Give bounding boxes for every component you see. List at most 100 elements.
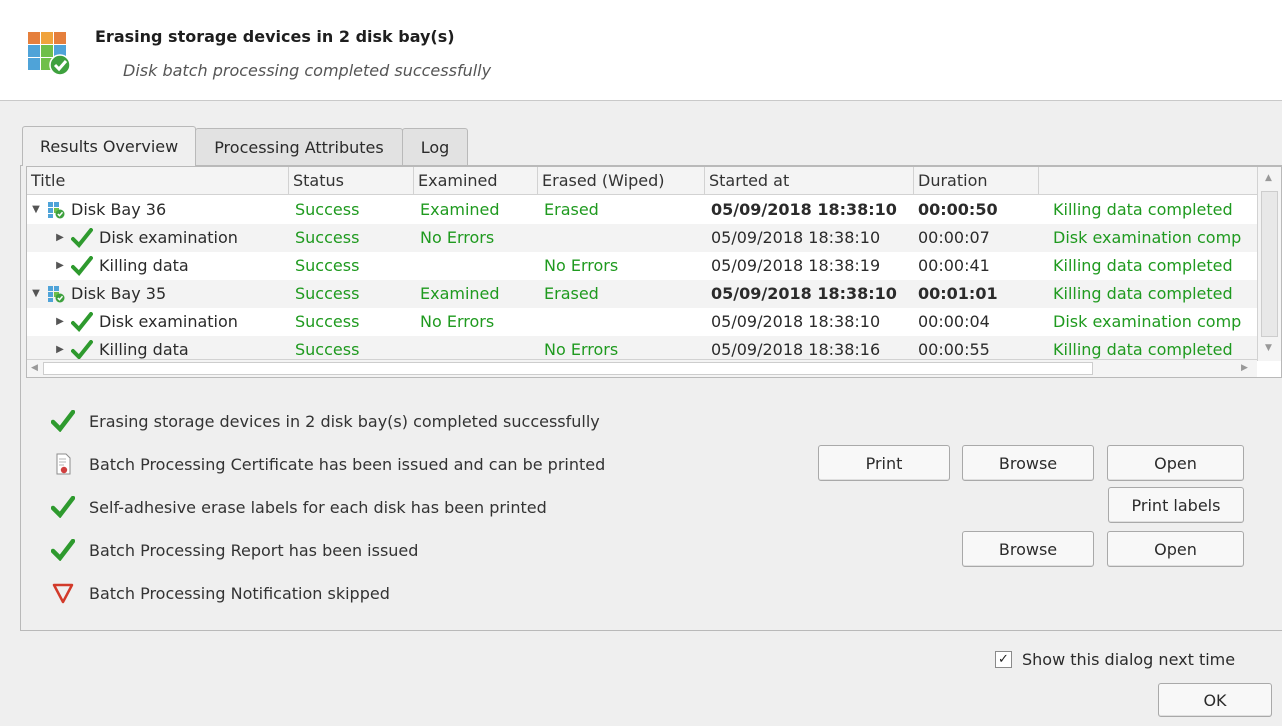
row-duration: 00:00:07 <box>918 228 990 247</box>
collapse-arrow-icon[interactable]: ▼ <box>29 280 43 308</box>
check-icon <box>71 228 93 248</box>
col-erased[interactable]: Erased (Wiped) <box>538 167 705 195</box>
row-erased: No Errors <box>544 340 619 359</box>
summary-labels-text: Self-adhesive erase labels for each disk… <box>89 497 547 517</box>
show-dialog-checkbox[interactable]: ✓ <box>995 651 1012 668</box>
summary-report-text: Batch Processing Report has been issued <box>89 540 419 560</box>
results-panel: Title Status Examined Erased (Wiped) Sta… <box>20 165 1282 631</box>
print-labels-button[interactable]: Print labels <box>1108 487 1244 523</box>
grid-header: Title Status Examined Erased (Wiped) Sta… <box>27 167 1257 195</box>
row-title: Killing data <box>99 256 189 275</box>
certificate-document-icon <box>56 453 71 475</box>
row-duration: 00:00:04 <box>918 312 990 331</box>
open-report-button[interactable]: Open <box>1107 531 1244 567</box>
row-title: Disk Bay 35 <box>71 284 167 303</box>
dialog-title: Erasing storage devices in 2 disk bay(s) <box>95 27 455 46</box>
row-started: 05/09/2018 18:38:16 <box>711 340 881 359</box>
expand-arrow-icon[interactable]: ▶ <box>53 308 67 336</box>
dialog-subtitle: Disk batch processing completed successf… <box>123 61 492 80</box>
show-dialog-option[interactable]: ✓ Show this dialog next time <box>995 650 1235 669</box>
check-icon <box>51 539 75 561</box>
open-certificate-button[interactable]: Open <box>1107 445 1244 481</box>
col-started[interactable]: Started at <box>705 167 914 195</box>
row-message: Disk examination comp <box>1053 228 1242 247</box>
table-row[interactable]: ▶ Disk examination Success No Errors 05/… <box>27 308 1257 336</box>
row-status: Success <box>295 200 360 219</box>
expand-arrow-icon[interactable]: ▶ <box>53 336 67 361</box>
row-examined <box>414 336 538 361</box>
row-duration: 00:01:01 <box>918 284 998 303</box>
show-dialog-label: Show this dialog next time <box>1022 650 1236 669</box>
row-erased: No Errors <box>544 256 619 275</box>
tab-processing-attributes[interactable]: Processing Attributes <box>195 128 403 166</box>
ok-button[interactable]: OK <box>1158 683 1272 717</box>
browse-certificate-button[interactable]: Browse <box>962 445 1094 481</box>
row-started: 05/09/2018 18:38:10 <box>711 284 897 303</box>
dialog-header: Erasing storage devices in 2 disk bay(s)… <box>0 0 1282 101</box>
row-examined <box>414 252 538 280</box>
row-message: Killing data completed <box>1053 256 1233 275</box>
expand-arrow-icon[interactable]: ▶ <box>53 252 67 280</box>
row-started: 05/09/2018 18:38:19 <box>711 256 881 275</box>
row-message: Disk examination comp <box>1053 312 1242 331</box>
summary-erase-text: Erasing storage devices in 2 disk bay(s)… <box>89 411 600 431</box>
warning-triangle-icon <box>52 583 74 604</box>
disk-bay-success-icon <box>28 32 71 76</box>
row-title: Disk examination <box>99 312 238 331</box>
row-erased: Erased <box>544 284 599 303</box>
vertical-scroll-thumb[interactable] <box>1261 191 1278 337</box>
disk-bay-icon <box>48 202 65 219</box>
tab-log[interactable]: Log <box>401 128 469 166</box>
row-status: Success <box>295 228 360 247</box>
row-status: Success <box>295 312 360 331</box>
table-row[interactable]: ▶ Disk examination Success No Errors 05/… <box>27 224 1257 252</box>
summary-labels: Self-adhesive erase labels for each disk… <box>51 492 547 522</box>
results-grid: Title Status Examined Erased (Wiped) Sta… <box>26 166 1282 378</box>
row-erased: Erased <box>544 200 599 219</box>
row-status: Success <box>295 284 360 303</box>
check-icon <box>71 340 93 360</box>
tab-results-overview[interactable]: Results Overview <box>22 126 197 166</box>
expand-arrow-icon[interactable]: ▶ <box>53 224 67 252</box>
summary-notification-text: Batch Processing Notification skipped <box>89 583 390 603</box>
summary-erase-done: Erasing storage devices in 2 disk bay(s)… <box>51 406 600 436</box>
collapse-arrow-icon[interactable]: ▼ <box>29 196 43 224</box>
row-examined: Examined <box>420 200 500 219</box>
table-row[interactable]: ▼ Disk Bay 36 Success Examined Erased 05… <box>27 196 1257 224</box>
summary-certificate: Batch Processing Certificate has been is… <box>51 449 605 479</box>
col-title[interactable]: Title <box>27 167 289 195</box>
grid-rows: ▼ Disk Bay 36 Success Examined Erased 05… <box>27 196 1257 361</box>
table-row[interactable]: ▶ Killing data Success No Errors 05/09/2… <box>27 252 1257 280</box>
row-examined: No Errors <box>420 312 495 331</box>
row-status: Success <box>295 340 360 359</box>
col-message[interactable] <box>1039 167 1257 195</box>
scroll-up-icon[interactable]: ▲ <box>1265 173 1272 183</box>
horizontal-scroll-thumb[interactable] <box>43 362 1093 375</box>
row-title: Disk examination <box>99 228 238 247</box>
print-certificate-button[interactable]: Print <box>818 445 950 481</box>
row-status: Success <box>295 256 360 275</box>
scroll-left-icon[interactable]: ◀ <box>31 363 38 373</box>
row-message: Killing data completed <box>1053 340 1233 359</box>
row-duration: 00:00:50 <box>918 200 998 219</box>
row-message: Killing data completed <box>1053 284 1233 303</box>
col-status[interactable]: Status <box>289 167 414 195</box>
disk-bay-icon <box>48 286 65 303</box>
summary-notification: Batch Processing Notification skipped <box>51 578 390 608</box>
table-row[interactable]: ▶ Killing data Success No Errors 05/09/2… <box>27 336 1257 361</box>
horizontal-scrollbar[interactable]: ◀ ▶ <box>27 359 1257 377</box>
row-erased <box>538 308 705 336</box>
row-title: Killing data <box>99 340 189 359</box>
check-icon <box>51 496 75 518</box>
row-started: 05/09/2018 18:38:10 <box>711 312 881 331</box>
table-row[interactable]: ▼ Disk Bay 35 Success Examined Erased 05… <box>27 280 1257 308</box>
browse-report-button[interactable]: Browse <box>962 531 1094 567</box>
scroll-down-icon[interactable]: ▼ <box>1265 343 1272 353</box>
row-erased <box>538 224 705 252</box>
check-icon <box>71 312 93 332</box>
scroll-right-icon[interactable]: ▶ <box>1241 363 1248 373</box>
col-examined[interactable]: Examined <box>414 167 538 195</box>
tab-bar: Results Overview Processing Attributes L… <box>22 126 469 166</box>
col-duration[interactable]: Duration <box>914 167 1039 195</box>
vertical-scrollbar[interactable]: ▲ ▼ <box>1257 167 1281 361</box>
